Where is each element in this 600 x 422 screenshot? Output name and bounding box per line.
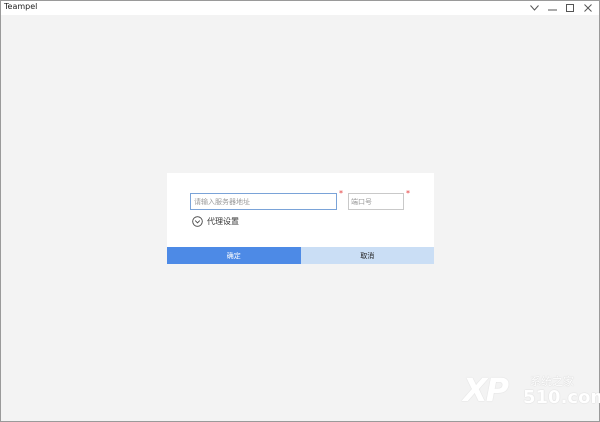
port-required-mark: * (406, 189, 410, 198)
collapse-chevron-button[interactable] (525, 1, 543, 15)
server-connect-dialog: * * 代理设置 确定 取消 (167, 173, 434, 264)
maximize-button[interactable] (561, 1, 579, 15)
confirm-button[interactable]: 确定 (167, 247, 301, 264)
chevron-down-icon (529, 5, 539, 11)
cancel-button[interactable]: 取消 (300, 247, 434, 264)
chevron-circle-down-icon (192, 216, 203, 227)
watermark-line1: 系统之家 (530, 375, 574, 388)
proxy-settings-label: 代理设置 (207, 217, 239, 226)
app-window: Teampel 请输入服务器地址 * 端口号 * 代理设置 确定 取消 XP 系… (0, 0, 600, 422)
close-icon (584, 4, 592, 12)
window-title: Teampel (4, 2, 38, 11)
proxy-settings-toggle[interactable]: 代理设置 (192, 216, 239, 227)
server-required-mark: * (339, 189, 343, 198)
watermark-line2: 510.com (523, 387, 600, 408)
title-bar[interactable]: Teampel (1, 1, 599, 15)
window-controls (525, 1, 597, 15)
close-button[interactable] (579, 1, 597, 15)
dialog-button-row: 确定 取消 (167, 247, 434, 264)
port-input[interactable] (348, 193, 404, 210)
maximize-icon (566, 4, 574, 12)
watermark-logo: XP 系统之家 510.com (463, 369, 600, 413)
minimize-button[interactable] (543, 1, 561, 15)
server-address-input[interactable] (190, 193, 337, 210)
minimize-icon (547, 9, 557, 11)
watermark-brand: XP (463, 371, 509, 409)
